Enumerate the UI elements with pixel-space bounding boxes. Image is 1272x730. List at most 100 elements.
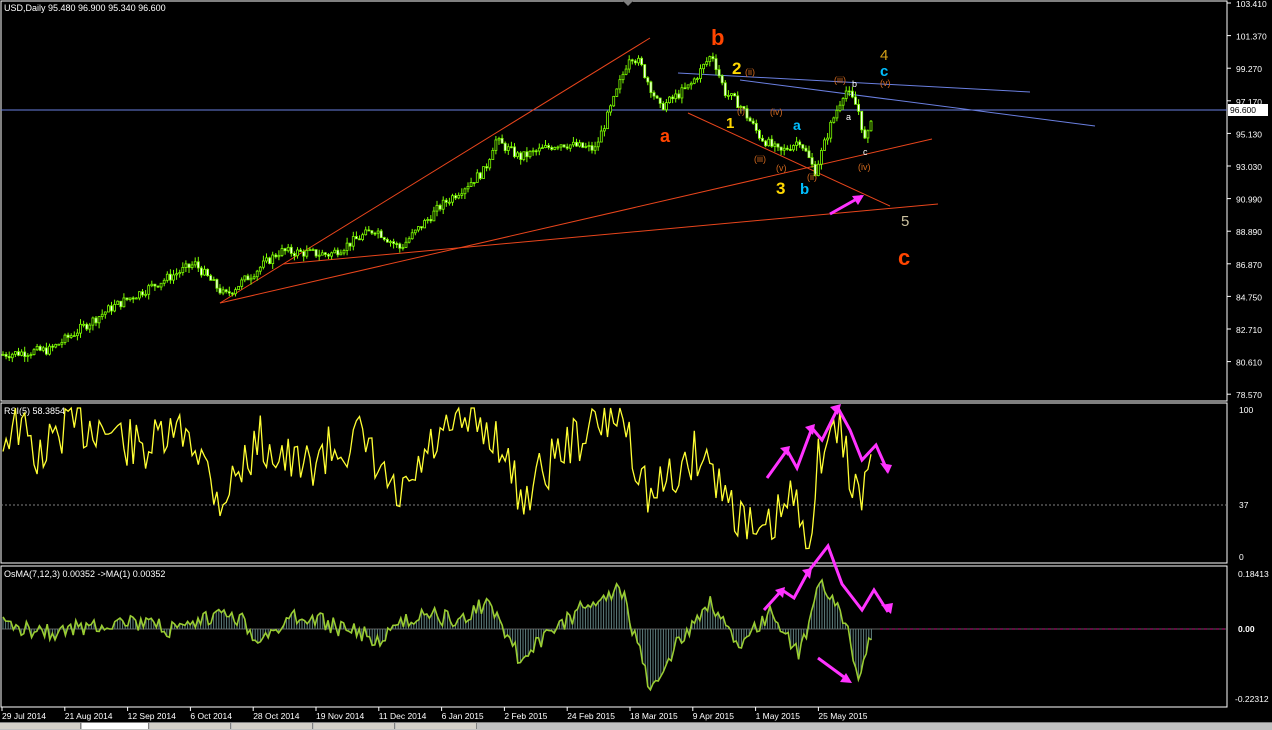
candle [745,105,749,122]
candle [277,250,281,261]
candle [82,320,85,328]
date-axis-tick: 25 May 2015 [818,711,867,721]
candle [212,276,216,281]
candle [382,236,386,242]
candle [866,129,870,144]
date-axis-tick: 19 Nov 2014 [316,711,364,721]
candle [125,297,129,302]
candle [314,249,318,258]
candle [482,166,485,179]
candle [723,80,727,98]
candle [296,247,299,259]
candle [432,206,436,222]
candle [457,192,461,200]
chart-tab-3[interactable] [150,723,231,729]
wave-label-blue-b: b [800,181,809,198]
candle [342,248,346,256]
candle [94,315,98,327]
candle [615,88,619,98]
price-axis: 103.410101.37099.27097.17095.13093.03090… [1227,0,1267,400]
candle [696,76,699,83]
candle [649,80,653,98]
chart-shift-marker[interactable] [623,1,633,6]
candle [618,75,622,94]
candle [531,147,535,156]
candle [23,346,27,362]
wave-label-b: b [711,25,724,50]
candle [358,235,361,241]
chart-tab-1[interactable] [0,723,81,729]
chart-tab-5[interactable] [314,723,395,729]
price-axis-tick: 88.890 [1236,227,1262,237]
candle [327,253,330,260]
candle [162,278,166,287]
chart-tab-active[interactable] [82,723,149,729]
wave-label-ii: (ii) [745,67,755,77]
date-axis-tick: 12 Sep 2014 [128,711,176,721]
candle [606,110,609,130]
current-price-label: 96.600 [1230,105,1256,115]
candle [764,139,767,148]
candle [699,64,702,83]
candle [748,116,752,122]
wave-label-v-2: (v) [880,78,891,88]
candle [785,145,789,151]
date-axis: 29 Jul 2014 21 Aug 2014 12 Sep 2014 6 Oct 2… [1,707,868,721]
candle [361,232,365,242]
candle [599,125,603,143]
candle [509,141,513,149]
candle [435,200,439,217]
candle [587,141,591,152]
candle [20,349,24,357]
candle [686,84,690,90]
candle [373,231,377,236]
wave-label-ii-2: (ii) [807,172,817,182]
candle [243,275,247,283]
candle [562,144,566,148]
chart-tab-4[interactable] [232,723,313,729]
candle [224,288,228,294]
candle [76,328,79,341]
candle [640,56,643,67]
date-axis-tick: 24 Feb 2015 [567,711,615,721]
candle [751,118,755,125]
candle [503,141,507,154]
candle [593,141,597,155]
candle [522,151,526,162]
candle [655,94,659,99]
candle [829,120,833,143]
wave-label-c: c [898,245,910,270]
candle [478,171,482,181]
candle [730,93,733,101]
candle [454,193,458,201]
candle [1,351,5,356]
candle [410,228,414,240]
candle [683,82,687,90]
candle [345,237,349,256]
candle [187,263,191,273]
candle [466,182,470,193]
chart-canvas[interactable]: 103.410101.37099.27097.17095.13093.03090… [0,0,1272,729]
price-axis-tick: 84.750 [1236,292,1262,302]
candle [761,134,764,142]
candle [119,300,123,310]
candle [711,52,715,62]
candle [122,293,126,308]
candle [199,265,203,278]
date-axis-tick: 9 Apr 2015 [693,711,734,721]
candle [553,146,557,151]
wave-label-iv-2: (iv) [858,162,871,172]
candle [621,71,625,84]
chart-tab-6[interactable] [396,723,477,729]
wave-label-3: 3 [776,179,785,198]
candle [376,228,380,239]
candle [196,256,200,272]
candle [705,57,709,67]
candle [668,96,671,104]
candle [782,144,786,156]
candle [29,352,33,359]
wave-label-a: a [660,126,671,146]
candle [528,150,532,159]
candle [116,300,120,305]
candle [283,247,287,255]
